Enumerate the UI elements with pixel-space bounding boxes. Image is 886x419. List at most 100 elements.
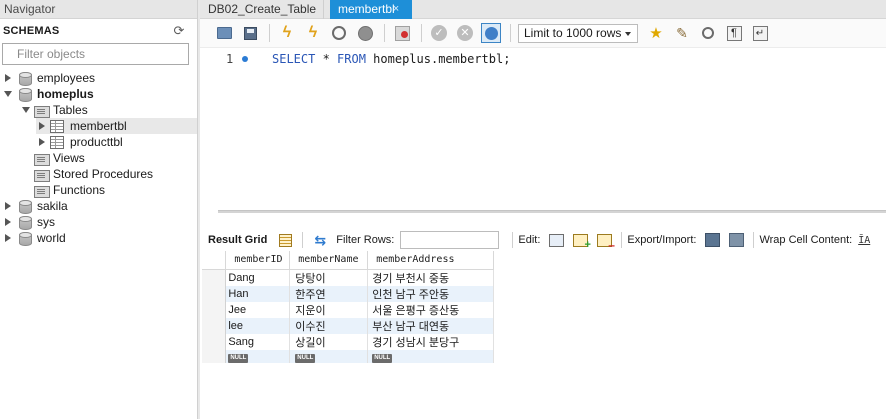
editor-results-splitter[interactable]: [218, 210, 886, 213]
cell-memberaddress[interactable]: NULL: [367, 349, 494, 363]
column-header-memberaddress[interactable]: memberAddress: [367, 251, 494, 270]
export-button[interactable]: [704, 232, 720, 248]
column-header-memberid[interactable]: memberID: [225, 251, 291, 270]
table-row[interactable]: Jee 지운이 서울 은평구 증산동: [202, 301, 494, 318]
tree-item-producttbl[interactable]: producttbl: [36, 134, 192, 150]
execute-button[interactable]: ϟ: [277, 23, 297, 43]
result-grid-view-button[interactable]: [277, 232, 293, 248]
edit-pencil-icon: [548, 233, 564, 247]
refresh-schemas-icon[interactable]: ⟳: [171, 23, 187, 39]
row-header[interactable]: [202, 301, 227, 318]
collapse-arrow-icon[interactable]: [2, 86, 14, 102]
table-row[interactable]: Sang 상길이 경기 성남시 분당구: [202, 333, 494, 350]
explain-button[interactable]: [329, 23, 349, 43]
chevron-down-icon: [625, 31, 631, 36]
expand-arrow-icon[interactable]: [36, 118, 48, 134]
star-icon: ★: [649, 25, 663, 42]
expand-arrow-icon[interactable]: [2, 214, 14, 230]
tree-item-stored-procedures[interactable]: Stored Procedures: [32, 166, 192, 182]
folder-icon: [216, 27, 232, 39]
cell-membername[interactable]: 이수진: [289, 317, 369, 334]
delete-row-button[interactable]: [596, 232, 615, 252]
result-grid[interactable]: memberID memberName memberAddress Dang 당…: [202, 251, 494, 363]
toolbar-divider: [510, 24, 511, 42]
row-header[interactable]: [202, 349, 227, 363]
row-header[interactable]: [202, 333, 227, 350]
result-grid-tab[interactable]: Result Grid: [206, 234, 267, 246]
autocommit-button[interactable]: [481, 23, 501, 43]
database-icon: [18, 87, 32, 102]
save-button[interactable]: [240, 23, 260, 43]
filter-rows-input[interactable]: [400, 231, 500, 249]
toolbar-divider: [421, 24, 422, 42]
filter-objects-input[interactable]: [3, 44, 188, 64]
expand-arrow-icon[interactable]: [2, 70, 14, 86]
cell-memberaddress[interactable]: 경기 부천시 중동: [367, 269, 494, 286]
cell-membername[interactable]: NULL: [289, 349, 369, 363]
cell-membername[interactable]: 한주연: [289, 285, 369, 302]
schema-world[interactable]: world: [2, 230, 192, 246]
rollback-button[interactable]: ✕: [455, 23, 475, 43]
cell-memberaddress[interactable]: 부산 남구 대연동: [367, 317, 494, 334]
cell-membername[interactable]: 지운이: [289, 301, 369, 318]
toggle-error-button[interactable]: [392, 23, 412, 43]
cell-memberid[interactable]: Jee: [225, 301, 291, 318]
refresh-results-button[interactable]: ⇆: [312, 232, 328, 248]
tab-db02-create-table[interactable]: DB02_Create_Table: [200, 0, 324, 19]
tree-item-membertbl[interactable]: membertbl: [36, 118, 197, 134]
tree-item-tables[interactable]: Tables: [20, 102, 192, 118]
statement-marker-icon: [242, 56, 248, 62]
schema-sakila[interactable]: sakila: [2, 198, 192, 214]
invisible-chars-button[interactable]: ¶: [724, 23, 744, 43]
toolbar-divider: [753, 232, 755, 248]
tree-item-views[interactable]: Views: [32, 150, 192, 166]
column-header-membername[interactable]: memberName: [289, 251, 369, 270]
wrap-cell-toggle-icon[interactable]: ĪA: [858, 235, 870, 246]
add-snippet-button[interactable]: ★: [646, 23, 666, 43]
expand-arrow-icon[interactable]: [2, 198, 14, 214]
filter-objects-field[interactable]: [2, 43, 189, 65]
cell-memberaddress[interactable]: 서울 은평구 증산동: [367, 301, 494, 318]
import-button[interactable]: [728, 232, 744, 248]
sql-statement[interactable]: SELECT * FROM homeplus.membertbl;: [272, 52, 510, 66]
cell-memberid[interactable]: Sang: [225, 333, 291, 350]
schema-employees[interactable]: employees: [2, 70, 192, 86]
stop-button[interactable]: [355, 23, 375, 43]
cell-membername[interactable]: 당탕이: [289, 269, 369, 286]
table-icon: [50, 135, 64, 149]
new-row-placeholder[interactable]: NULL NULL NULL: [202, 349, 494, 363]
expand-arrow-icon[interactable]: [2, 230, 14, 246]
edit-row-button[interactable]: [548, 232, 564, 248]
table-row[interactable]: Han 한주연 인천 남구 주안동: [202, 285, 494, 302]
collapse-arrow-icon[interactable]: [20, 102, 32, 118]
cell-memberid[interactable]: NULL: [225, 349, 291, 363]
table-row[interactable]: Dang 당탕이 경기 부천시 중동: [202, 269, 494, 286]
sql-toolbar: ϟ ϟ ✓ ✕ Limit to 1000 rows ★ ✎ ¶ ↵: [200, 19, 886, 48]
add-row-button[interactable]: [572, 232, 591, 251]
sql-editor[interactable]: 1 SELECT * FROM homeplus.membertbl;: [200, 49, 886, 209]
close-tab-icon[interactable]: ×: [389, 0, 403, 19]
cell-memberaddress[interactable]: 경기 성남시 분당구: [367, 333, 494, 350]
row-header[interactable]: [202, 317, 227, 334]
grid-header-row: memberID memberName memberAddress: [202, 251, 494, 270]
cell-membername[interactable]: 상길이: [289, 333, 369, 350]
export-import-label: Export/Import:: [627, 234, 697, 246]
expand-arrow-icon[interactable]: [36, 134, 48, 150]
commit-button[interactable]: ✓: [429, 23, 449, 43]
cell-memberid[interactable]: Dang: [225, 269, 291, 286]
beautify-button[interactable]: ✎: [672, 23, 692, 43]
open-file-button[interactable]: [214, 23, 234, 43]
row-header[interactable]: [202, 285, 227, 302]
row-header[interactable]: [202, 269, 227, 286]
cell-memberid[interactable]: Han: [225, 285, 291, 302]
limit-rows-select[interactable]: Limit to 1000 rows: [518, 23, 638, 43]
schema-sys[interactable]: sys: [2, 214, 192, 230]
word-wrap-button[interactable]: ↵: [750, 23, 770, 43]
table-row[interactable]: lee 이수진 부산 남구 대연동: [202, 317, 494, 334]
cell-memberaddress[interactable]: 인천 남구 주안동: [367, 285, 494, 302]
tree-item-functions[interactable]: Functions: [32, 182, 192, 198]
schema-homeplus[interactable]: homeplus: [2, 86, 192, 102]
find-button[interactable]: [698, 23, 718, 43]
execute-current-button[interactable]: ϟ: [303, 23, 323, 43]
cell-memberid[interactable]: lee: [225, 317, 291, 334]
